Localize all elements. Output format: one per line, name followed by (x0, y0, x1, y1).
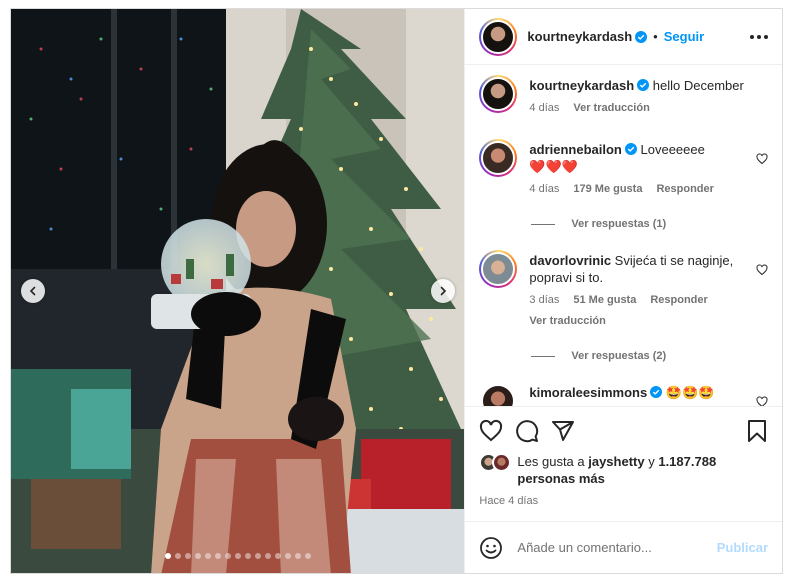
comment-input[interactable] (517, 540, 717, 555)
view-replies-button[interactable]: Ver respuestas (1) (531, 218, 768, 230)
post-photo (11, 9, 465, 573)
verified-icon (637, 79, 650, 91)
carousel-dot (204, 553, 211, 559)
author-username[interactable]: kourtneykardash (527, 29, 632, 44)
avatar[interactable] (479, 17, 518, 56)
carousel-dot (234, 553, 241, 559)
comment-username[interactable]: davorlovrinic (529, 253, 611, 268)
comment-emoji: ❤️❤️❤️ (529, 159, 578, 174)
comment-text: Loveeeeee (640, 142, 705, 157)
verified-icon (650, 386, 663, 398)
more-icon (750, 34, 754, 39)
post-dialog: kourtneykardash • Seguir kourtneykardash… (10, 8, 783, 574)
carousel-dot (244, 553, 251, 559)
bookmark-icon[interactable] (746, 419, 768, 443)
caption-text: hello December (652, 78, 744, 93)
avatar[interactable] (479, 250, 518, 288)
likes-summary: Les gusta a jayshetty y 1.187.788 person… (479, 453, 768, 487)
avatar[interactable] (479, 139, 518, 177)
heart-icon[interactable] (756, 153, 768, 165)
likes-user[interactable]: jayshetty (588, 454, 644, 469)
carousel-dot (254, 553, 261, 559)
comment-likes[interactable]: 51 Me gusta (573, 292, 636, 309)
comment-username[interactable]: kimoraleesimmons (529, 385, 647, 400)
likes-middle: y (644, 454, 659, 469)
reply-button[interactable]: Responder (656, 181, 713, 198)
post-actions: Les gusta a jayshetty y 1.187.788 person… (465, 406, 782, 507)
carousel-dot (284, 553, 291, 559)
caption-username[interactable]: kourtneykardash (529, 78, 634, 93)
caption-translate-link[interactable]: Ver traducción (573, 100, 649, 117)
caption-age[interactable]: 4 días (529, 100, 559, 117)
view-replies-label: Ver respuestas (1) (571, 218, 667, 230)
carousel-dot (304, 553, 311, 559)
comment-age[interactable]: 3 días (529, 292, 559, 309)
carousel-dot (274, 553, 281, 559)
more-options-button[interactable] (750, 34, 768, 39)
carousel-dot (264, 553, 271, 559)
comments-list[interactable]: kourtneykardash hello December 4 días Ve… (465, 65, 782, 406)
post-header: kourtneykardash • Seguir (465, 9, 782, 65)
carousel-dot (294, 553, 301, 559)
post-side-panel: kourtneykardash • Seguir kourtneykardash… (464, 9, 782, 573)
carousel-dot (174, 553, 181, 559)
carousel-dot (184, 553, 191, 559)
comment-icon[interactable] (515, 419, 539, 443)
emoji-icon[interactable] (479, 536, 503, 560)
avatar[interactable] (479, 75, 518, 113)
view-replies-label: Ver respuestas (2) (571, 350, 667, 362)
reply-button[interactable]: Responder (650, 292, 707, 309)
comment-text: 🤩🤩🤩 (665, 385, 715, 400)
carousel-dot (224, 553, 231, 559)
follow-button[interactable]: Seguir (664, 29, 704, 44)
post-time[interactable]: Hace 4 días (479, 495, 768, 507)
likes-prefix: Les gusta a (517, 454, 589, 469)
share-icon[interactable] (551, 419, 575, 443)
verified-icon (624, 143, 637, 155)
carousel-dot (214, 553, 221, 559)
liker-avatars (479, 453, 513, 473)
carousel-dot (164, 553, 171, 559)
heart-icon[interactable] (756, 264, 768, 276)
chevron-right-icon (440, 286, 447, 296)
publish-button[interactable]: Publicar (717, 540, 768, 555)
comment-age[interactable]: 4 días (529, 181, 559, 198)
comment-item: kimoraleesimmons 🤩🤩🤩 (479, 382, 768, 406)
heart-icon[interactable] (756, 396, 768, 406)
previous-slide-button[interactable] (21, 279, 45, 303)
heart-icon[interactable] (479, 419, 503, 443)
comment-item: davorlovrinic Svijeća ti se naginje, pop… (479, 250, 768, 330)
chevron-left-icon (29, 286, 36, 296)
verified-icon (635, 30, 648, 43)
view-replies-button[interactable]: Ver respuestas (2) (531, 350, 768, 362)
comment-username[interactable]: adriennebailon (529, 142, 621, 157)
carousel-dot (194, 553, 201, 559)
caption: kourtneykardash hello December 4 días Ve… (479, 75, 768, 117)
comment-item: adriennebailon Loveeeeee ❤️❤️❤️ 4 días 1… (479, 139, 768, 198)
carousel-indicator (11, 553, 464, 559)
add-comment-bar: Publicar (465, 521, 782, 573)
post-media[interactable] (11, 9, 465, 573)
comment-translate-link[interactable]: Ver traducción (529, 313, 605, 330)
next-slide-button[interactable] (431, 279, 455, 303)
separator-dot: • (653, 29, 658, 44)
avatar[interactable] (479, 382, 518, 406)
comment-likes[interactable]: 179 Me gusta (573, 181, 642, 198)
